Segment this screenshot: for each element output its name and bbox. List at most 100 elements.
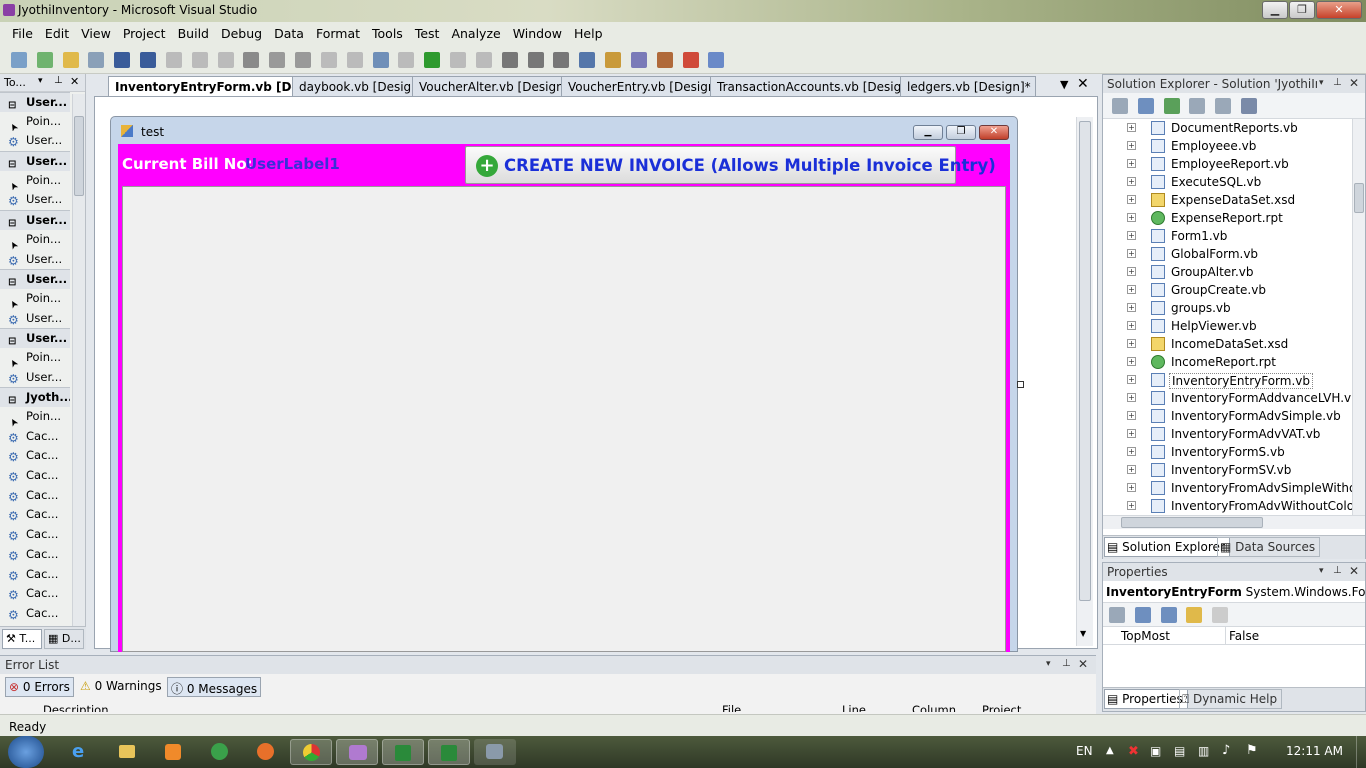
close-icon[interactable]: ✕	[1349, 76, 1359, 90]
toolbox-group-header[interactable]: ⊟ User...	[0, 328, 70, 348]
expand-icon[interactable]: +	[1127, 339, 1136, 348]
save-icon[interactable]	[114, 52, 131, 68]
tray-app-icon[interactable]: ▤	[1174, 744, 1185, 758]
navigate-forward-icon[interactable]	[398, 52, 415, 68]
visual-studio-icon[interactable]	[336, 739, 378, 765]
toolbox-item[interactable]: ⚙ Cac...	[0, 604, 70, 624]
solution-item[interactable]: + IncomeReport.rpt	[1103, 353, 1353, 371]
solution-item[interactable]: + GroupCreate.vb	[1103, 281, 1353, 299]
solution-explorer-icon[interactable]	[605, 52, 622, 68]
tab-voucheralter[interactable]: VoucherAlter.vb [Design]	[412, 76, 574, 96]
navigate-backward-icon[interactable]	[372, 52, 389, 68]
expand-icon[interactable]: +	[1127, 141, 1136, 150]
solution-item[interactable]: + DocumentReports.vb	[1103, 119, 1353, 137]
menu-window[interactable]: Window	[507, 22, 568, 41]
show-all-files-icon[interactable]	[1137, 98, 1154, 114]
toolbox-item[interactable]: ⚙ Cac...	[0, 505, 70, 525]
tab-list-dropdown-icon[interactable]: ▼	[1060, 78, 1068, 91]
scroll-down-icon[interactable]: ▼	[1080, 629, 1086, 638]
close-icon[interactable]: ✕	[70, 75, 79, 88]
menu-build[interactable]: Build	[172, 22, 215, 41]
messages-filter-button[interactable]: ⓘ 0 Messages	[167, 677, 262, 697]
solution-item[interactable]: + HelpViewer.vb	[1103, 317, 1353, 335]
utorrent-icon[interactable]	[200, 739, 238, 765]
copy-icon[interactable]	[191, 52, 208, 68]
toolbox-item[interactable]: ➤ Poin...	[0, 289, 70, 309]
toolbox-item[interactable]: ➤ Poin...	[0, 171, 70, 191]
language-indicator[interactable]: EN	[1076, 744, 1093, 758]
solution-item[interactable]: + groups.vb	[1103, 299, 1353, 317]
solution-item[interactable]: + InventoryFromAdvWithoutColor.v	[1103, 497, 1353, 515]
solution-explorer-tab[interactable]: ▤ Solution Explorer	[1104, 537, 1230, 557]
form-close-button[interactable]: ✕	[979, 125, 1009, 140]
dynamic-help-tab[interactable]: ⍰ Dynamic Help	[1179, 689, 1283, 709]
view-code-icon[interactable]	[1189, 98, 1206, 114]
uncomment-icon[interactable]	[295, 52, 312, 68]
solution-item[interactable]: + InventoryFormAddvanceLVH.vb	[1103, 389, 1353, 407]
toolbox-icon[interactable]	[656, 52, 673, 68]
add-new-item-icon[interactable]	[88, 52, 105, 68]
column-description[interactable]: Description	[43, 703, 109, 712]
solution-hscroll-thumb[interactable]	[1121, 517, 1263, 528]
step-into-icon[interactable]	[501, 52, 518, 68]
stop-debugging-icon[interactable]	[475, 52, 492, 68]
toolbox-item[interactable]: ⚙ User...	[0, 190, 70, 210]
network-icon[interactable]: ▥	[1198, 744, 1209, 758]
solution-hscroll[interactable]	[1103, 515, 1365, 529]
pin-icon[interactable]: ⊥	[1333, 565, 1342, 576]
dropdown-icon[interactable]: ▾	[1319, 78, 1324, 88]
toolbox-item[interactable]: ⚙ Cac...	[0, 446, 70, 466]
break-all-icon[interactable]	[450, 52, 467, 68]
start-button[interactable]	[8, 736, 44, 768]
tab-ledgers[interactable]: ledgers.vb [Design]*	[900, 76, 1036, 96]
clock[interactable]: 12:11 AM	[1286, 744, 1343, 758]
view-designer-icon[interactable]	[1215, 98, 1232, 114]
expand-icon[interactable]: +	[1127, 501, 1136, 510]
minimize-button[interactable]: ▁	[1262, 1, 1288, 19]
properties-view-icon[interactable]	[1160, 607, 1177, 623]
column-column[interactable]: Column	[912, 703, 956, 712]
properties-tab[interactable]: ▤ Properties	[1104, 689, 1188, 709]
toolbox-group-header[interactable]: ⊟ Jyoth...	[0, 387, 70, 407]
expand-icon[interactable]: +	[1127, 267, 1136, 276]
toolbox-group-header[interactable]: ⊟ User...	[0, 92, 70, 112]
redo-icon[interactable]	[346, 52, 363, 68]
find-icon[interactable]	[243, 52, 260, 68]
chrome-icon[interactable]	[290, 739, 332, 765]
toolbox-tab[interactable]: ⚒ T...	[2, 629, 42, 649]
solution-item[interactable]: + InventoryFormSV.vb	[1103, 461, 1353, 479]
media-player-icon[interactable]	[154, 739, 192, 765]
solution-item[interactable]: + IncomeDataSet.xsd	[1103, 335, 1353, 353]
expand-icon[interactable]: +	[1127, 303, 1136, 312]
designer-scroll-thumb[interactable]	[1079, 121, 1091, 601]
paste-icon[interactable]	[217, 52, 234, 68]
menu-project[interactable]: Project	[117, 22, 172, 41]
resize-handle[interactable]	[1017, 381, 1024, 388]
expand-icon[interactable]: +	[1127, 159, 1136, 168]
form-minimize-button[interactable]: ▁	[913, 125, 943, 140]
close-document-icon[interactable]: ✕	[1077, 76, 1089, 92]
toolbox-group-header[interactable]: ⊟ User...	[0, 269, 70, 289]
property-value[interactable]: False	[1229, 629, 1259, 643]
close-icon[interactable]: ✕	[1349, 564, 1359, 578]
data-sources-tab[interactable]: ▦ Data Sources	[1217, 537, 1321, 557]
toolbox-item[interactable]: ➤ Poin...	[0, 112, 70, 132]
solution-vscroll[interactable]	[1352, 119, 1365, 515]
expand-icon[interactable]: +	[1127, 285, 1136, 294]
close-window-button[interactable]: ✕	[1316, 1, 1362, 19]
expand-icon[interactable]: +	[1127, 447, 1136, 456]
toolbox-item[interactable]: ➤ Poin...	[0, 407, 70, 427]
dropdown-icon[interactable]: ▾	[1319, 566, 1324, 576]
properties-window-icon[interactable]	[630, 52, 647, 68]
column-line[interactable]: Line	[842, 703, 866, 712]
menu-analyze[interactable]: Analyze	[445, 22, 506, 41]
property-pages-icon[interactable]	[1212, 607, 1229, 623]
expand-icon[interactable]: +	[1127, 249, 1136, 258]
expand-icon[interactable]: +	[1127, 195, 1136, 204]
menu-test[interactable]: Test	[409, 22, 446, 41]
form-maximize-button[interactable]: ❐	[946, 125, 976, 140]
toolbox-item[interactable]: ⚙ Cac...	[0, 466, 70, 486]
menu-edit[interactable]: Edit	[39, 22, 75, 41]
refresh-icon[interactable]	[1163, 98, 1180, 114]
class-diagram-icon[interactable]	[1241, 98, 1258, 114]
